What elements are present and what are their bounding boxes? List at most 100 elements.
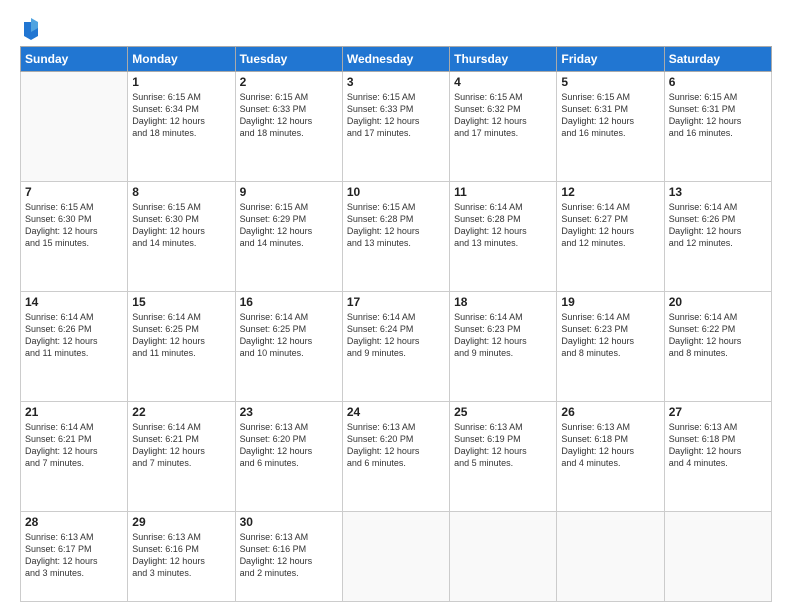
day-number: 4	[454, 75, 552, 89]
calendar-cell: 25 Sunrise: 6:13 AMSunset: 6:19 PMDayligh…	[450, 402, 557, 512]
day-number: 2	[240, 75, 338, 89]
calendar-cell: 6 Sunrise: 6:15 AMSunset: 6:31 PMDaylight…	[664, 72, 771, 182]
day-info: Sunrise: 6:15 AMSunset: 6:28 PMDaylight:…	[347, 201, 445, 250]
calendar-cell	[664, 512, 771, 602]
calendar-cell	[342, 512, 449, 602]
day-number: 27	[669, 405, 767, 419]
day-info: Sunrise: 6:15 AMSunset: 6:29 PMDaylight:…	[240, 201, 338, 250]
day-number: 16	[240, 295, 338, 309]
calendar-cell: 8 Sunrise: 6:15 AMSunset: 6:30 PMDaylight…	[128, 182, 235, 292]
day-number: 14	[25, 295, 123, 309]
calendar-cell: 29 Sunrise: 6:13 AMSunset: 6:16 PMDayligh…	[128, 512, 235, 602]
day-number: 18	[454, 295, 552, 309]
day-info: Sunrise: 6:15 AMSunset: 6:31 PMDaylight:…	[669, 91, 767, 140]
day-number: 10	[347, 185, 445, 199]
calendar-cell: 5 Sunrise: 6:15 AMSunset: 6:31 PMDaylight…	[557, 72, 664, 182]
day-info: Sunrise: 6:14 AMSunset: 6:24 PMDaylight:…	[347, 311, 445, 360]
calendar-cell: 14 Sunrise: 6:14 AMSunset: 6:26 PMDayligh…	[21, 292, 128, 402]
calendar-cell	[557, 512, 664, 602]
calendar-cell: 22 Sunrise: 6:14 AMSunset: 6:21 PMDayligh…	[128, 402, 235, 512]
day-number: 15	[132, 295, 230, 309]
calendar-cell: 20 Sunrise: 6:14 AMSunset: 6:22 PMDayligh…	[664, 292, 771, 402]
day-number: 22	[132, 405, 230, 419]
calendar-cell: 7 Sunrise: 6:15 AMSunset: 6:30 PMDaylight…	[21, 182, 128, 292]
day-number: 8	[132, 185, 230, 199]
day-info: Sunrise: 6:14 AMSunset: 6:23 PMDaylight:…	[561, 311, 659, 360]
day-info: Sunrise: 6:13 AMSunset: 6:20 PMDaylight:…	[240, 421, 338, 470]
calendar-cell: 26Sunrise: 6:13 AMSunset: 6:18 PMDayligh…	[557, 402, 664, 512]
calendar-cell: 15 Sunrise: 6:14 AMSunset: 6:25 PMDayligh…	[128, 292, 235, 402]
day-number: 7	[25, 185, 123, 199]
day-info: Sunrise: 6:14 AMSunset: 6:21 PMDaylight:…	[132, 421, 230, 470]
week-row-1: 1Sunrise: 6:15 AMSunset: 6:34 PMDaylight…	[21, 72, 772, 182]
day-info: Sunrise: 6:13 AMSunset: 6:18 PMDaylight:…	[669, 421, 767, 470]
page: SundayMondayTuesdayWednesdayThursdayFrid…	[0, 0, 792, 612]
header	[20, 18, 772, 38]
day-number: 26	[561, 405, 659, 419]
day-number: 17	[347, 295, 445, 309]
calendar-cell: 9 Sunrise: 6:15 AMSunset: 6:29 PMDaylight…	[235, 182, 342, 292]
calendar-cell: 30 Sunrise: 6:13 AMSunset: 6:16 PMDayligh…	[235, 512, 342, 602]
calendar-cell: 4 Sunrise: 6:15 AMSunset: 6:32 PMDaylight…	[450, 72, 557, 182]
weekday-header-monday: Monday	[128, 47, 235, 72]
calendar-cell: 27 Sunrise: 6:13 AMSunset: 6:18 PMDayligh…	[664, 402, 771, 512]
day-number: 11	[454, 185, 552, 199]
weekday-header-saturday: Saturday	[664, 47, 771, 72]
calendar-table: SundayMondayTuesdayWednesdayThursdayFrid…	[20, 46, 772, 602]
day-info: Sunrise: 6:14 AMSunset: 6:28 PMDaylight:…	[454, 201, 552, 250]
calendar-cell: 12 Sunrise: 6:14 AMSunset: 6:27 PMDayligh…	[557, 182, 664, 292]
day-number: 20	[669, 295, 767, 309]
day-info: Sunrise: 6:14 AMSunset: 6:26 PMDaylight:…	[25, 311, 123, 360]
day-number: 13	[669, 185, 767, 199]
day-info: Sunrise: 6:15 AMSunset: 6:32 PMDaylight:…	[454, 91, 552, 140]
day-info: Sunrise: 6:14 AMSunset: 6:21 PMDaylight:…	[25, 421, 123, 470]
weekday-header-tuesday: Tuesday	[235, 47, 342, 72]
day-number: 12	[561, 185, 659, 199]
day-info: Sunrise: 6:14 AMSunset: 6:26 PMDaylight:…	[669, 201, 767, 250]
day-number: 28	[25, 515, 123, 529]
day-info: Sunrise: 6:15 AMSunset: 6:31 PMDaylight:…	[561, 91, 659, 140]
day-info: Sunrise: 6:15 AMSunset: 6:30 PMDaylight:…	[25, 201, 123, 250]
week-row-5: 28Sunrise: 6:13 AMSunset: 6:17 PMDayligh…	[21, 512, 772, 602]
day-number: 24	[347, 405, 445, 419]
day-info: Sunrise: 6:13 AMSunset: 6:16 PMDaylight:…	[132, 531, 230, 580]
day-number: 5	[561, 75, 659, 89]
calendar-cell: 10 Sunrise: 6:15 AMSunset: 6:28 PMDayligh…	[342, 182, 449, 292]
weekday-header-wednesday: Wednesday	[342, 47, 449, 72]
day-number: 9	[240, 185, 338, 199]
day-info: Sunrise: 6:14 AMSunset: 6:27 PMDaylight:…	[561, 201, 659, 250]
day-number: 19	[561, 295, 659, 309]
day-number: 6	[669, 75, 767, 89]
calendar-cell: 3 Sunrise: 6:15 AMSunset: 6:33 PMDaylight…	[342, 72, 449, 182]
day-info: Sunrise: 6:14 AMSunset: 6:22 PMDaylight:…	[669, 311, 767, 360]
calendar-cell: 23Sunrise: 6:13 AMSunset: 6:20 PMDayligh…	[235, 402, 342, 512]
day-info: Sunrise: 6:13 AMSunset: 6:16 PMDaylight:…	[240, 531, 338, 580]
weekday-header-thursday: Thursday	[450, 47, 557, 72]
day-number: 25	[454, 405, 552, 419]
day-number: 29	[132, 515, 230, 529]
calendar-cell: 11 Sunrise: 6:14 AMSunset: 6:28 PMDayligh…	[450, 182, 557, 292]
calendar-cell: 17 Sunrise: 6:14 AMSunset: 6:24 PMDayligh…	[342, 292, 449, 402]
calendar-cell	[21, 72, 128, 182]
day-info: Sunrise: 6:15 AMSunset: 6:34 PMDaylight:…	[132, 91, 230, 140]
calendar-cell: 21Sunrise: 6:14 AMSunset: 6:21 PMDayligh…	[21, 402, 128, 512]
week-row-2: 7 Sunrise: 6:15 AMSunset: 6:30 PMDaylight…	[21, 182, 772, 292]
day-number: 3	[347, 75, 445, 89]
day-info: Sunrise: 6:14 AMSunset: 6:25 PMDaylight:…	[240, 311, 338, 360]
calendar-cell: 1Sunrise: 6:15 AMSunset: 6:34 PMDaylight…	[128, 72, 235, 182]
day-info: Sunrise: 6:14 AMSunset: 6:25 PMDaylight:…	[132, 311, 230, 360]
weekday-header-row: SundayMondayTuesdayWednesdayThursdayFrid…	[21, 47, 772, 72]
calendar-cell: 18Sunrise: 6:14 AMSunset: 6:23 PMDayligh…	[450, 292, 557, 402]
calendar-cell: 13 Sunrise: 6:14 AMSunset: 6:26 PMDayligh…	[664, 182, 771, 292]
calendar-cell: 24Sunrise: 6:13 AMSunset: 6:20 PMDayligh…	[342, 402, 449, 512]
day-info: Sunrise: 6:15 AMSunset: 6:33 PMDaylight:…	[347, 91, 445, 140]
day-info: Sunrise: 6:13 AMSunset: 6:19 PMDaylight:…	[454, 421, 552, 470]
logo	[20, 18, 40, 38]
day-info: Sunrise: 6:15 AMSunset: 6:30 PMDaylight:…	[132, 201, 230, 250]
calendar-cell	[450, 512, 557, 602]
calendar-cell: 16 Sunrise: 6:14 AMSunset: 6:25 PMDayligh…	[235, 292, 342, 402]
weekday-header-sunday: Sunday	[21, 47, 128, 72]
week-row-3: 14 Sunrise: 6:14 AMSunset: 6:26 PMDayligh…	[21, 292, 772, 402]
day-number: 30	[240, 515, 338, 529]
calendar-cell: 28Sunrise: 6:13 AMSunset: 6:17 PMDayligh…	[21, 512, 128, 602]
